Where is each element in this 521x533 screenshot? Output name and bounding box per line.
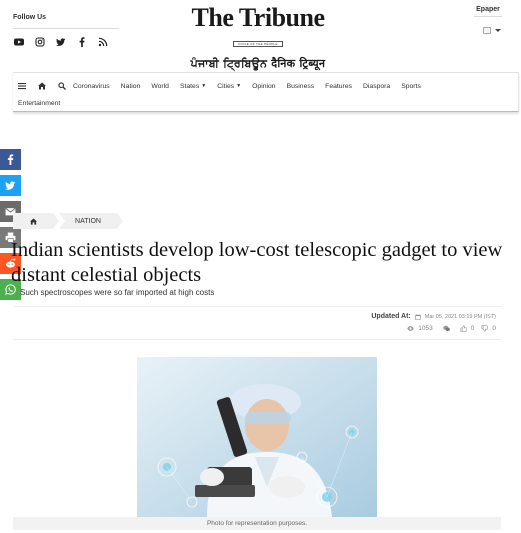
share-facebook-button[interactable] <box>0 149 21 170</box>
article-stats: 1053 0 0 <box>407 325 496 332</box>
nav-item-diaspora[interactable]: Diaspora <box>363 83 390 90</box>
article-headline: Indian scientists develop low-cost teles… <box>11 239 503 286</box>
updated-date: Mar 05, 2021 03:19 PM (IST) <box>424 313 496 320</box>
logo-title: The Tribune <box>191 3 325 32</box>
menu-icon[interactable] <box>17 81 27 91</box>
social-links <box>13 36 108 47</box>
main-nav: Coronavirus Nation World States ▼ Cities ▼… <box>13 72 519 112</box>
nav-item-sports[interactable]: Sports <box>401 83 421 90</box>
comments-icon[interactable] <box>443 325 450 332</box>
breadcrumb-home[interactable] <box>13 213 59 229</box>
nav-item-entertainment[interactable]: Entertainment <box>18 100 60 107</box>
divider <box>13 28 119 29</box>
breadcrumb: NATION <box>13 213 123 229</box>
chevron-down-icon: ▼ <box>236 83 242 89</box>
twitter-icon <box>5 181 16 190</box>
image-caption: Photo for representation purposes. <box>13 517 501 530</box>
article-image <box>137 357 377 517</box>
updated-label: Updated At: <box>371 313 411 320</box>
site-logo[interactable]: The Tribune VOICE OF THE PEOPLE ਪੰਜਾਬੀ ਟ… <box>182 3 334 71</box>
view-count: 1053 <box>418 325 433 332</box>
like-count: 0 <box>470 325 475 332</box>
facebook-icon <box>7 154 14 165</box>
breadcrumb-section[interactable]: NATION <box>59 213 123 229</box>
rss-icon[interactable] <box>97 36 108 47</box>
dislike-count: 0 <box>492 325 496 332</box>
facebook-icon[interactable] <box>76 36 87 47</box>
divider <box>13 339 501 340</box>
divider <box>13 306 501 307</box>
twitter-icon[interactable] <box>55 36 66 47</box>
nav-item-world[interactable]: World <box>151 83 169 90</box>
thumbs-down-icon[interactable] <box>481 325 489 332</box>
language-selector[interactable] <box>483 27 501 34</box>
flag-icon <box>483 27 491 34</box>
instagram-icon[interactable] <box>34 36 45 47</box>
logo-sister-publications: ਪੰਜਾਬੀ ਟ੍ਰਿਬਿਊਨ दैनिक ट्रिब्यून <box>190 57 326 70</box>
logo-tagline: VOICE OF THE PEOPLE <box>233 41 283 47</box>
nav-item-nation[interactable]: Nation <box>121 83 141 90</box>
calendar-icon <box>415 314 421 320</box>
youtube-icon[interactable] <box>13 36 24 47</box>
updated-at: Updated At: Mar 05, 2021 03:19 PM (IST) <box>371 313 496 320</box>
thumbs-up-icon[interactable] <box>460 325 467 332</box>
nav-item-features[interactable]: Features <box>325 83 352 90</box>
article-subheadline: Such spectroscopes were so far imported … <box>20 288 215 297</box>
nav-item-cities[interactable]: Cities ▼ <box>217 83 241 90</box>
home-icon[interactable] <box>37 81 47 91</box>
chevron-down-icon <box>495 29 501 32</box>
nav-item-states[interactable]: States ▼ <box>180 83 206 90</box>
search-icon[interactable] <box>57 81 67 91</box>
follow-us-label: Follow Us <box>13 14 47 21</box>
home-icon <box>29 217 37 225</box>
share-twitter-button[interactable] <box>0 175 21 196</box>
nav-item-business[interactable]: Business <box>287 83 315 90</box>
nav-item-opinion[interactable]: Opinion <box>252 83 275 90</box>
nav-item-coronavirus[interactable]: Coronavirus <box>73 83 110 90</box>
epaper-link[interactable]: Epaper <box>474 6 502 17</box>
chevron-down-icon: ▼ <box>201 83 207 89</box>
eye-icon <box>407 326 415 331</box>
